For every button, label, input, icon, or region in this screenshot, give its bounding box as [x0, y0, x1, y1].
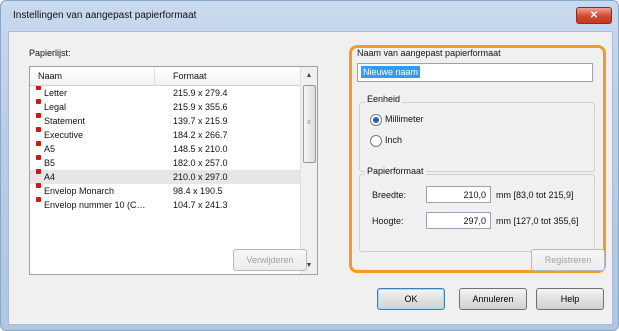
- list-item[interactable]: Statement 139.7 x 215.9: [30, 113, 300, 128]
- list-item[interactable]: Executive 184.2 x 266.7: [30, 127, 300, 142]
- paper-icon: [36, 141, 41, 146]
- millimeter-label[interactable]: Millimeter: [385, 114, 424, 124]
- paper-icon: [36, 127, 41, 132]
- list-item[interactable]: Envelop nummer 10 (C… 104.7 x 241.3: [30, 197, 300, 212]
- column-divider[interactable]: [154, 67, 155, 85]
- list-item-name: Letter: [44, 88, 68, 98]
- list-item-format: 210.0 x 297.0: [173, 172, 228, 182]
- column-name-header[interactable]: Naam: [38, 71, 62, 81]
- height-label: Hoogte:: [372, 216, 404, 226]
- custom-name-value: Nieuwe naam: [361, 66, 421, 78]
- list-item-name: B5: [44, 158, 56, 168]
- list-item-format: 215.9 x 279.4: [173, 88, 228, 98]
- custom-name-label: Naam van aangepast papierformaat: [357, 48, 501, 58]
- ok-button[interactable]: OK: [377, 288, 445, 310]
- title-bar[interactable]: Instellingen van aangepast papierformaat…: [1, 1, 618, 31]
- list-item-format: 184.2 x 266.7: [173, 130, 228, 140]
- list-item-format: 98.4 x 190.5: [173, 186, 223, 196]
- list-item-format: 148.5 x 210.0: [173, 144, 228, 154]
- custom-name-input[interactable]: Nieuwe naam: [357, 63, 593, 82]
- paper-icon: [36, 169, 41, 174]
- millimeter-radio[interactable]: [370, 114, 382, 126]
- paperlist-label: Papierlijst:: [29, 48, 71, 58]
- height-input[interactable]: 297,0: [426, 212, 491, 229]
- list-item-name: Envelop nummer 10 (C…: [44, 200, 146, 210]
- paperformat-label: Papierformaat: [365, 166, 426, 176]
- column-format-header[interactable]: Formaat: [173, 71, 207, 81]
- inch-radio[interactable]: [370, 135, 382, 147]
- window-title: Instellingen van aangepast papierformaat: [13, 10, 197, 21]
- list-item-format: 139.7 x 215.9: [173, 116, 228, 126]
- cancel-button[interactable]: Annuleren: [459, 288, 527, 310]
- scroll-thumb[interactable]: ≡: [303, 85, 316, 163]
- paper-list[interactable]: Naam Formaat Letter 215.9 x 279.4 Legal 215…: [29, 66, 318, 275]
- scroll-up-icon[interactable]: ▲: [302, 68, 316, 83]
- help-button[interactable]: Help: [536, 288, 604, 310]
- list-item-name: Legal: [44, 102, 67, 112]
- list-item[interactable]: Envelop Monarch 98.4 x 190.5: [30, 183, 300, 198]
- list-item[interactable]: A4 210.0 x 297.0: [30, 169, 300, 184]
- paper-icon: [36, 113, 41, 118]
- dialog-window: Instellingen van aangepast papierformaat…: [0, 0, 619, 331]
- width-range: mm [83,0 tot 215,9]: [496, 190, 574, 200]
- list-header: Naam Formaat: [30, 67, 300, 86]
- list-item-format: 215.9 x 355.6: [173, 102, 228, 112]
- delete-button[interactable]: Verwijderen: [233, 249, 307, 271]
- paper-icon: [36, 86, 41, 90]
- unit-label: Eenheid: [365, 94, 403, 104]
- list-item-name: Statement: [44, 116, 86, 126]
- list-rows: Letter 215.9 x 279.4 Legal 215.9 x 355.6 Sta…: [30, 86, 300, 274]
- paper-icon: [36, 155, 41, 160]
- inch-label[interactable]: Inch: [385, 135, 402, 145]
- list-item-format: 182.0 x 257.0: [173, 158, 228, 168]
- list-item-name: Envelop Monarch: [44, 186, 115, 196]
- list-scrollbar[interactable]: ▲ ≡ ▼: [300, 67, 317, 274]
- list-item-name: A4: [44, 172, 56, 182]
- list-item-name: A5: [44, 144, 56, 154]
- close-button[interactable]: ✕: [576, 7, 612, 24]
- list-item-format: 104.7 x 241.3: [173, 200, 228, 210]
- list-item[interactable]: Legal 215.9 x 355.6: [30, 99, 300, 114]
- grip-icon: ≡: [307, 120, 311, 126]
- list-item-name: Executive: [44, 130, 84, 140]
- list-item[interactable]: A5 148.5 x 210.0: [30, 141, 300, 156]
- register-button[interactable]: Registreren: [531, 249, 605, 271]
- paper-icon: [36, 183, 41, 188]
- list-item[interactable]: B5 182.0 x 257.0: [30, 155, 300, 170]
- dialog-client: Papierlijst: Naam Formaat Letter 215.9 x …: [8, 31, 613, 325]
- paper-icon: [36, 99, 41, 104]
- height-range: mm [127,0 tot 355,6]: [496, 216, 579, 226]
- paper-icon: [36, 197, 41, 202]
- width-input[interactable]: 210,0: [426, 186, 491, 203]
- width-label: Breedte:: [372, 190, 407, 200]
- list-item[interactable]: Letter 215.9 x 279.4: [30, 86, 300, 100]
